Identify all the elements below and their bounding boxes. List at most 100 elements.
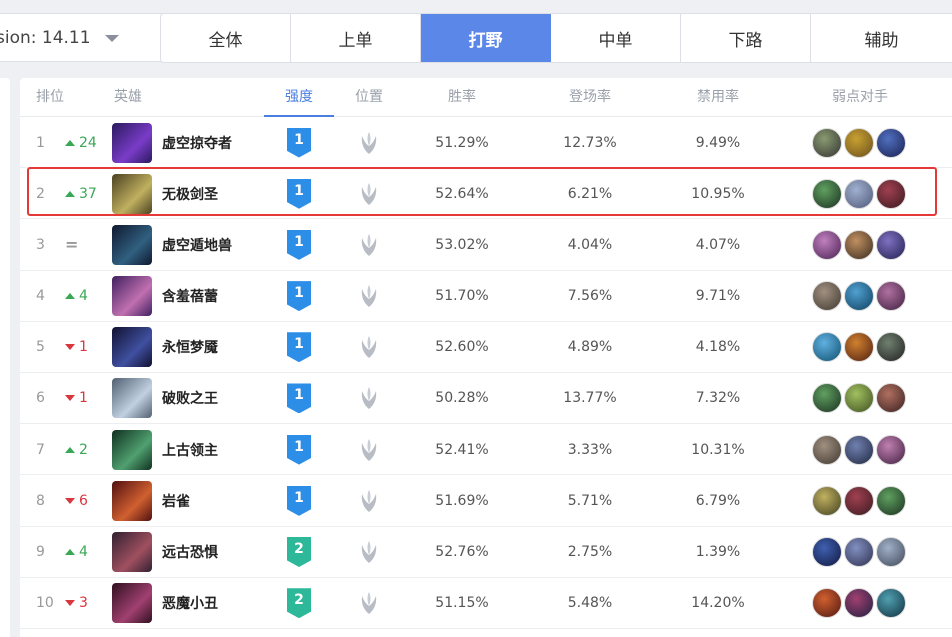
counter-avatar[interactable] [876, 281, 906, 312]
hero-cell[interactable]: 虚空遁地兽 [112, 219, 272, 270]
counter-avatar[interactable] [812, 434, 842, 465]
pick-rate: 6.21% [567, 185, 613, 202]
counter-avatar[interactable] [812, 127, 842, 158]
table-row[interactable]: 5 1 永恒梦魇 1 52.60% 4.89% 4.18% [20, 322, 952, 373]
hero-avatar[interactable] [112, 583, 152, 624]
hero-avatar[interactable] [112, 532, 152, 572]
hero-avatar[interactable] [112, 327, 152, 368]
hero-cell[interactable]: 岩雀 [112, 475, 272, 526]
counter-avatar[interactable] [844, 332, 874, 363]
counter-avatar[interactable] [876, 588, 906, 619]
counter-avatar[interactable] [844, 434, 874, 465]
hero-cell[interactable]: 含羞蓓蕾 [112, 271, 272, 322]
counter-avatar[interactable] [844, 127, 874, 158]
hero-cell[interactable]: 远古恐惧 [112, 527, 272, 578]
table-row[interactable]: 3 = 虚空遁地兽 1 53.02% 4.04% 4.07% [20, 219, 952, 271]
table-row[interactable]: 1 24 虚空掠夺者 1 51.29% 12.73% 9.49% [20, 117, 952, 169]
counter-avatar[interactable] [844, 537, 874, 567]
hero-name[interactable]: 永恒梦魇 [162, 337, 218, 357]
hero-name[interactable]: 岩雀 [162, 491, 190, 511]
win-rate: 51.70% [435, 288, 489, 305]
counter-avatar[interactable] [812, 229, 842, 260]
pick-rate: 13.77% [563, 390, 617, 407]
col-rank[interactable]: 排位 [30, 78, 70, 117]
counter-avatar[interactable] [844, 281, 874, 312]
rank-change: 6 [65, 475, 115, 526]
counter-avatar[interactable] [844, 485, 874, 516]
counter-avatar[interactable] [812, 485, 842, 516]
hero-name[interactable]: 虚空遁地兽 [162, 235, 232, 255]
table-row[interactable]: 6 1 破败之王 1 50.28% 13.77% 7.32% [20, 373, 952, 425]
version-select[interactable]: sion: 14.11 [0, 13, 166, 62]
hero-cell[interactable]: 无极剑圣 [112, 168, 272, 219]
hero-avatar[interactable] [112, 173, 152, 214]
col-ban-rate[interactable]: 禁用率 [683, 78, 753, 117]
pick-rate: 2.75% [567, 544, 613, 560]
win-rate: 50.28% [435, 390, 489, 407]
counter-avatar[interactable] [844, 588, 874, 619]
tier-badge: 1 [287, 383, 311, 414]
counter-avatar[interactable] [812, 537, 842, 567]
hero-cell[interactable]: 上古领主 [112, 424, 272, 475]
hero-avatar[interactable] [112, 224, 152, 265]
lane-tab[interactable]: 全体 [161, 14, 291, 62]
counter-avatar[interactable] [844, 178, 874, 209]
hero-avatar[interactable] [112, 480, 152, 521]
hero-avatar[interactable] [112, 429, 152, 470]
hero-name[interactable]: 上古领主 [162, 440, 218, 460]
hero-name[interactable]: 破败之王 [162, 388, 218, 408]
counter-avatar[interactable] [876, 434, 906, 465]
lane-tab[interactable]: 辅助 [811, 14, 952, 62]
hero-cell[interactable]: 破败之王 [112, 373, 272, 424]
hero-name[interactable]: 含羞蓓蕾 [162, 286, 218, 306]
counter-avatar[interactable] [844, 383, 874, 414]
hero-name[interactable]: 无极剑圣 [162, 184, 218, 204]
counter-avatar[interactable] [812, 383, 842, 414]
table-row[interactable]: 7 2 上古领主 1 52.41% 3.33% 10.31% [20, 424, 952, 476]
win-rate: 51.29% [435, 134, 489, 151]
rank-change: 2 [65, 424, 115, 475]
counter-avatar[interactable] [876, 332, 906, 363]
counter-avatar[interactable] [812, 332, 842, 363]
hero-cell[interactable]: 虚空掠夺者 [112, 117, 272, 168]
counter-avatar[interactable] [876, 178, 906, 209]
counter-avatar[interactable] [876, 229, 906, 260]
pick-rate: 4.89% [567, 339, 613, 356]
hero-name[interactable]: 虚空掠夺者 [162, 133, 232, 153]
tier-cell: 1 [286, 475, 312, 526]
col-tier[interactable]: 强度 [276, 78, 322, 117]
lane-tab[interactable]: 上单 [291, 14, 421, 62]
col-pick-rate[interactable]: 登场率 [555, 78, 625, 117]
counter-avatar[interactable] [876, 127, 906, 158]
table-row[interactable]: 10 3 恶魔小丑 2 51.15% 5.48% 14.20% [20, 578, 952, 629]
hero-name[interactable]: 恶魔小丑 [162, 593, 218, 613]
hero-avatar[interactable] [112, 122, 152, 163]
counter-avatar[interactable] [812, 281, 842, 312]
hero-name[interactable]: 远古恐惧 [162, 542, 218, 562]
table-row[interactable]: 8 6 岩雀 1 51.69% 5.71% 6.79% [20, 475, 952, 527]
lane-tab[interactable]: 中单 [551, 14, 681, 62]
jungle-claw-icon [354, 322, 384, 373]
counter-avatar[interactable] [876, 485, 906, 516]
lane-tabs: 全体 上单 打野 中单 下路 辅助 [160, 13, 952, 63]
lane-tab[interactable]: 打野 [421, 14, 551, 62]
hero-avatar[interactable] [112, 378, 152, 419]
hero-cell[interactable]: 恶魔小丑 [112, 578, 272, 629]
hero-cell[interactable]: 永恒梦魇 [112, 322, 272, 373]
counter-avatar[interactable] [844, 229, 874, 260]
counter-avatar[interactable] [876, 383, 906, 414]
pick-rate: 4.04% [567, 236, 613, 253]
rank-change: = [65, 219, 115, 270]
hero-avatar[interactable] [112, 276, 152, 317]
table-row[interactable]: 4 4 含羞蓓蕾 1 51.70% 7.56% 9.71% [20, 271, 952, 322]
counter-avatar[interactable] [876, 537, 906, 567]
ban-rate: 7.32% [695, 390, 741, 407]
table-row[interactable]: 9 4 远古恐惧 2 52.76% 2.75% 1.39% [20, 527, 952, 578]
lane-tab[interactable]: 下路 [681, 14, 811, 62]
col-win-rate[interactable]: 胜率 [432, 78, 492, 117]
table-row[interactable]: 2 37 无极剑圣 1 52.64% 6.21% 10.95% [20, 168, 952, 220]
counter-avatar[interactable] [812, 178, 842, 209]
ban-rate: 10.95% [691, 185, 745, 202]
counter-avatar[interactable] [812, 588, 842, 619]
ban-rate: 6.79% [695, 492, 741, 509]
